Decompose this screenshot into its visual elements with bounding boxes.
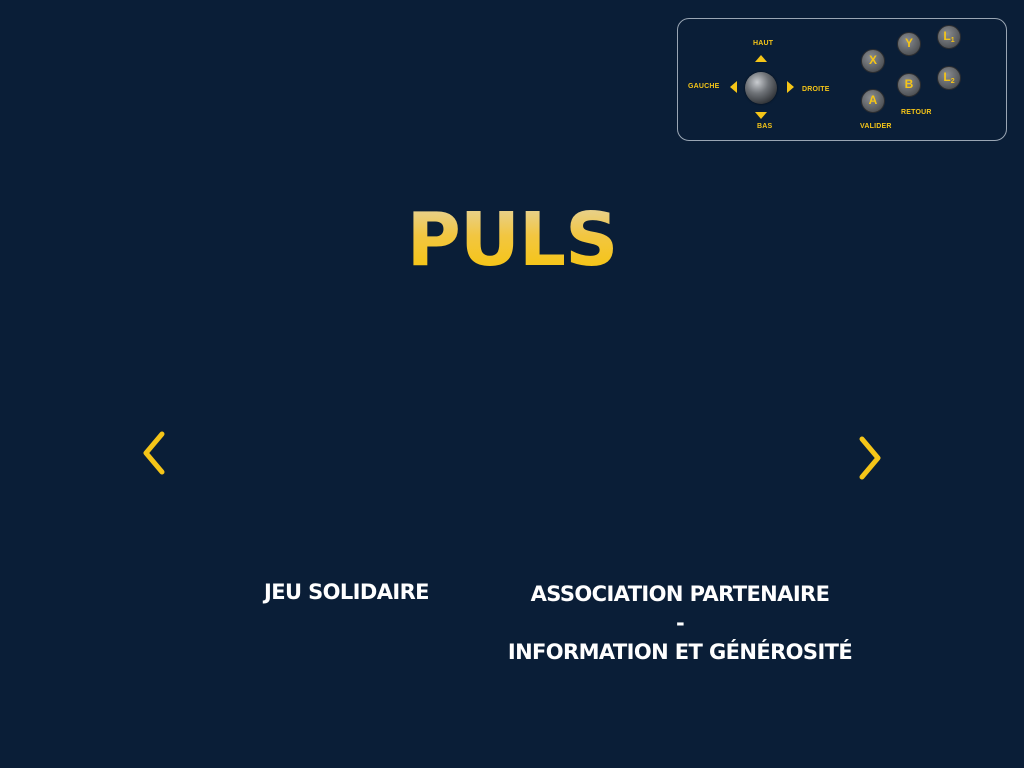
chevron-left-icon[interactable]: [140, 429, 170, 479]
association-separator: -: [675, 611, 685, 635]
association-line-2: INFORMATION ET GÉNÉROSITÉ: [507, 640, 853, 664]
menu-item-association[interactable]: ASSOCIATION PARTENAIRE - INFORMATION ET …: [480, 580, 880, 667]
button-x-icon: X: [861, 49, 885, 73]
arrow-right-icon: [787, 81, 794, 93]
button-y-icon: Y: [897, 32, 921, 56]
direction-label-up: HAUT: [753, 40, 774, 47]
association-line-1: ASSOCIATION PARTENAIRE: [530, 582, 830, 606]
button-b-icon: B: [897, 73, 921, 97]
direction-label-down: BAS: [757, 123, 773, 130]
button-l2-number: 2: [950, 78, 955, 85]
direction-label-left: GAUCHE: [688, 83, 720, 90]
button-l1-icon: L1: [937, 25, 961, 49]
arrow-left-icon: [730, 81, 737, 93]
button-l1-number: 1: [950, 37, 955, 44]
caption-valider: VALIDER: [860, 123, 892, 130]
joystick-icon: [745, 72, 777, 104]
arrow-up-icon: [755, 55, 767, 62]
chevron-right-icon[interactable]: [855, 434, 885, 484]
arrow-down-icon: [755, 112, 767, 119]
game-title: PULS: [0, 195, 1024, 285]
button-l2-letter: L: [943, 70, 951, 84]
button-l1-letter: L: [943, 29, 951, 43]
caption-retour: RETOUR: [901, 109, 932, 116]
controller-legend-panel: HAUT GAUCHE DROITE BAS X Y L1 A B L2 VAL…: [677, 18, 1007, 141]
menu-item-jeu-solidaire[interactable]: JEU SOLIDAIRE: [264, 580, 430, 604]
direction-label-right: DROITE: [802, 86, 830, 93]
button-l2-icon: L2: [937, 66, 961, 90]
button-a-icon: A: [861, 89, 885, 113]
